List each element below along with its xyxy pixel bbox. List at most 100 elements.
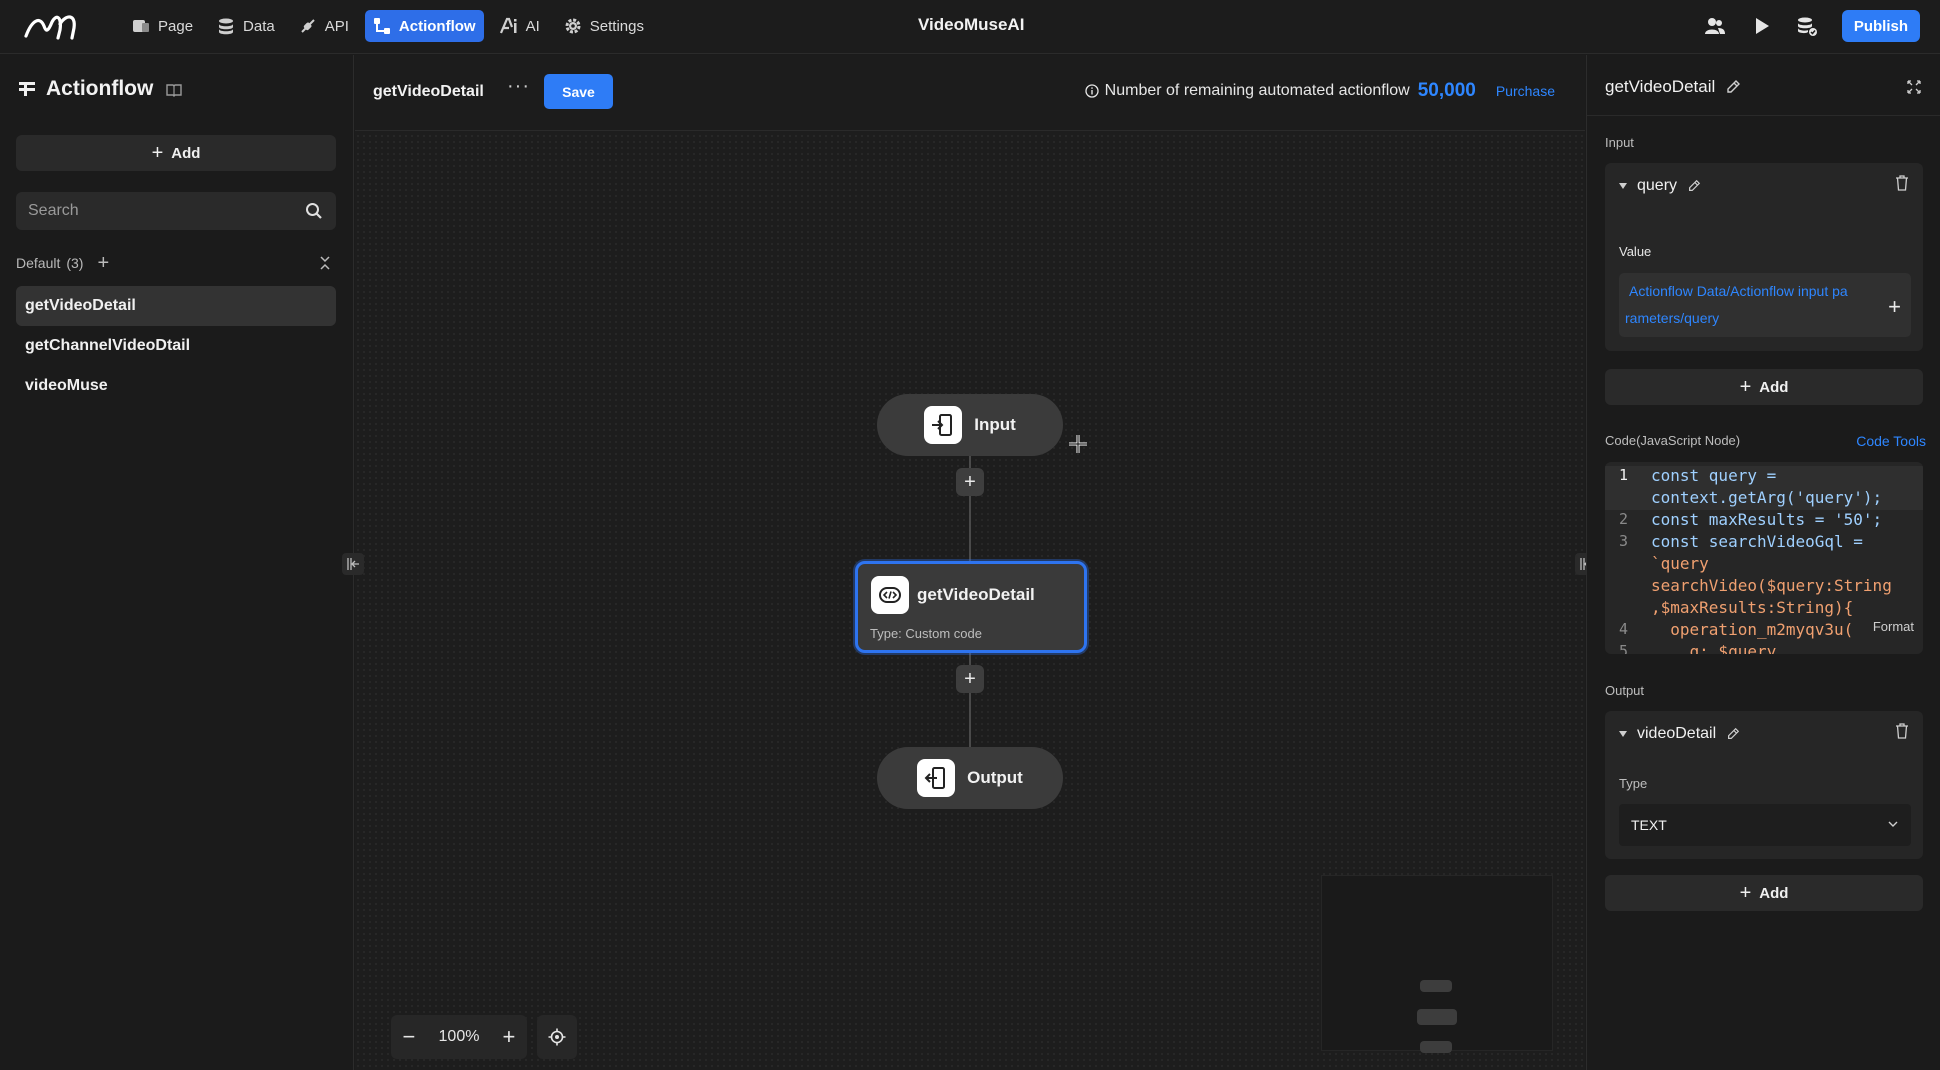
nav-actionflow[interactable]: Actionflow xyxy=(364,10,484,42)
custom-code-node-label: getVideoDetail xyxy=(917,585,1035,604)
output-param-row[interactable]: videoDetail xyxy=(1619,725,1740,743)
code-line: `query xyxy=(1605,554,1923,576)
add-actionflow-button[interactable]: + Add xyxy=(16,135,336,171)
search-icon[interactable] xyxy=(305,202,323,220)
top-bar: Page Data API Actionflow AI Settings Vid… xyxy=(0,0,1940,54)
add-output-button[interactable]: + Add xyxy=(1605,875,1923,911)
nav-data[interactable]: Data xyxy=(209,10,283,42)
play-icon[interactable] xyxy=(1750,15,1772,37)
zoom-in-button[interactable]: + xyxy=(503,1024,516,1050)
group-header: Default (3) + xyxy=(16,253,336,273)
add-input-label: Add xyxy=(1759,378,1789,396)
code-line: ,$maxResults:String){ xyxy=(1605,598,1923,620)
output-node-label: Output xyxy=(967,768,1023,787)
input-param-name: query xyxy=(1637,177,1678,194)
line-number xyxy=(1605,554,1651,576)
line-number: 1 xyxy=(1619,466,1629,484)
custom-code-node[interactable]: getVideoDetail Type: Custom code xyxy=(855,561,1087,653)
format-button[interactable]: Format xyxy=(1873,619,1914,634)
list-item-label: videoMuse xyxy=(25,377,108,394)
code-line: searchVideo($query:String xyxy=(1605,576,1923,598)
output-type-select[interactable]: TEXT xyxy=(1619,804,1911,846)
more-options-icon[interactable]: ··· xyxy=(507,75,530,98)
output-type-value: TEXT xyxy=(1631,817,1667,833)
main-nav: Page Data API Actionflow AI Settings xyxy=(124,10,652,42)
output-node-icon xyxy=(917,759,956,797)
page-icon xyxy=(133,20,149,32)
remaining-count: 50,000 xyxy=(1417,80,1476,101)
caret-down-icon[interactable] xyxy=(1619,183,1627,189)
input-icon xyxy=(932,414,953,436)
list-item-getchannelvideodtail[interactable]: getChannelVideoDtail xyxy=(16,326,336,366)
code-section-label: Code(JavaScript Node) xyxy=(1605,433,1741,448)
code-tools-link[interactable]: Code Tools xyxy=(1856,433,1926,449)
code-text: operation_m2myqv3u( xyxy=(1651,620,1854,639)
code-line: 1 const query = xyxy=(1605,466,1923,488)
delete-param-icon[interactable] xyxy=(1895,723,1909,739)
add-node-button[interactable]: + xyxy=(956,468,984,496)
expand-icon[interactable] xyxy=(1906,79,1922,95)
add-actionflow-label: Add xyxy=(171,144,201,162)
panel-header: getVideoDetail xyxy=(1605,77,1741,97)
docs-book-icon[interactable] xyxy=(166,82,182,98)
edit-icon[interactable] xyxy=(1725,79,1741,95)
purchase-link[interactable]: Purchase xyxy=(1496,83,1555,99)
app-logo[interactable] xyxy=(22,10,84,44)
nav-page[interactable]: Page xyxy=(124,10,201,42)
line-number xyxy=(1605,598,1651,620)
recenter-button[interactable] xyxy=(537,1015,577,1059)
plus-icon: + xyxy=(1739,881,1752,904)
code-text: ,$maxResults:String){ xyxy=(1651,598,1854,617)
code-text: context.getArg('query'); xyxy=(1651,488,1883,507)
output-node[interactable]: Output xyxy=(877,747,1063,809)
edit-param-icon[interactable] xyxy=(1687,179,1701,193)
save-button[interactable]: Save xyxy=(544,74,613,109)
remaining-text: Number of remaining automated actionflow xyxy=(1104,82,1410,99)
zoom-out-button[interactable]: − xyxy=(403,1024,416,1050)
caret-down-icon[interactable] xyxy=(1619,731,1627,737)
collapse-left-panel-icon[interactable] xyxy=(342,553,364,575)
line-number xyxy=(1605,488,1651,510)
minimap-node xyxy=(1420,1041,1452,1053)
add-input-button[interactable]: + Add xyxy=(1605,369,1923,405)
nav-data-label: Data xyxy=(243,17,275,35)
add-node-button[interactable]: + xyxy=(956,665,984,693)
search-input[interactable] xyxy=(16,192,336,230)
input-node[interactable]: Input xyxy=(877,394,1063,456)
minimap[interactable] xyxy=(1321,875,1553,1053)
nav-ai-label: AI xyxy=(525,17,540,35)
collapse-group-icon[interactable] xyxy=(318,255,332,271)
input-param-row[interactable]: query xyxy=(1619,177,1701,195)
nav-settings[interactable]: Settings xyxy=(556,10,652,42)
add-group-item-icon[interactable]: + xyxy=(97,253,109,273)
add-binding-icon[interactable]: + xyxy=(1888,293,1901,320)
code-text: q: $query xyxy=(1651,642,1777,654)
list-item-videomuse[interactable]: videoMuse xyxy=(16,366,336,406)
collaborators-icon[interactable] xyxy=(1704,15,1726,37)
flow-canvas[interactable]: getVideoDetail ··· Save Number of remain… xyxy=(355,55,1585,1070)
flow-name: getVideoDetail xyxy=(373,83,484,100)
properties-panel: getVideoDetail Input query Value Actionf… xyxy=(1586,55,1940,1070)
publish-button[interactable]: Publish xyxy=(1841,10,1920,42)
database-check-icon[interactable] xyxy=(1796,15,1818,37)
api-icon xyxy=(301,19,315,33)
nav-api[interactable]: API xyxy=(291,10,357,42)
output-param-card: videoDetail Type TEXT xyxy=(1605,711,1923,859)
list-item-getvideodetail[interactable]: getVideoDetail xyxy=(16,286,336,326)
input-node-icon xyxy=(924,406,963,444)
output-icon xyxy=(924,767,946,789)
line-number: 4 xyxy=(1619,620,1629,638)
delete-param-icon[interactable] xyxy=(1895,175,1909,191)
nav-ai[interactable]: AI xyxy=(492,10,548,42)
panel-divider xyxy=(1587,115,1940,116)
nav-page-label: Page xyxy=(158,17,194,35)
value-binding-field[interactable]: Actionflow Data/Actionflow input pa rame… xyxy=(1619,273,1911,337)
code-text: const searchVideoGql = xyxy=(1651,532,1863,551)
add-output-label: Add xyxy=(1759,884,1789,902)
actionflow-list-icon xyxy=(19,82,35,96)
chevron-down-icon xyxy=(1888,821,1898,827)
edit-param-icon[interactable] xyxy=(1726,727,1740,741)
code-text: searchVideo($query:String xyxy=(1651,576,1892,595)
ai-icon xyxy=(499,17,517,34)
nav-settings-label: Settings xyxy=(589,17,644,35)
